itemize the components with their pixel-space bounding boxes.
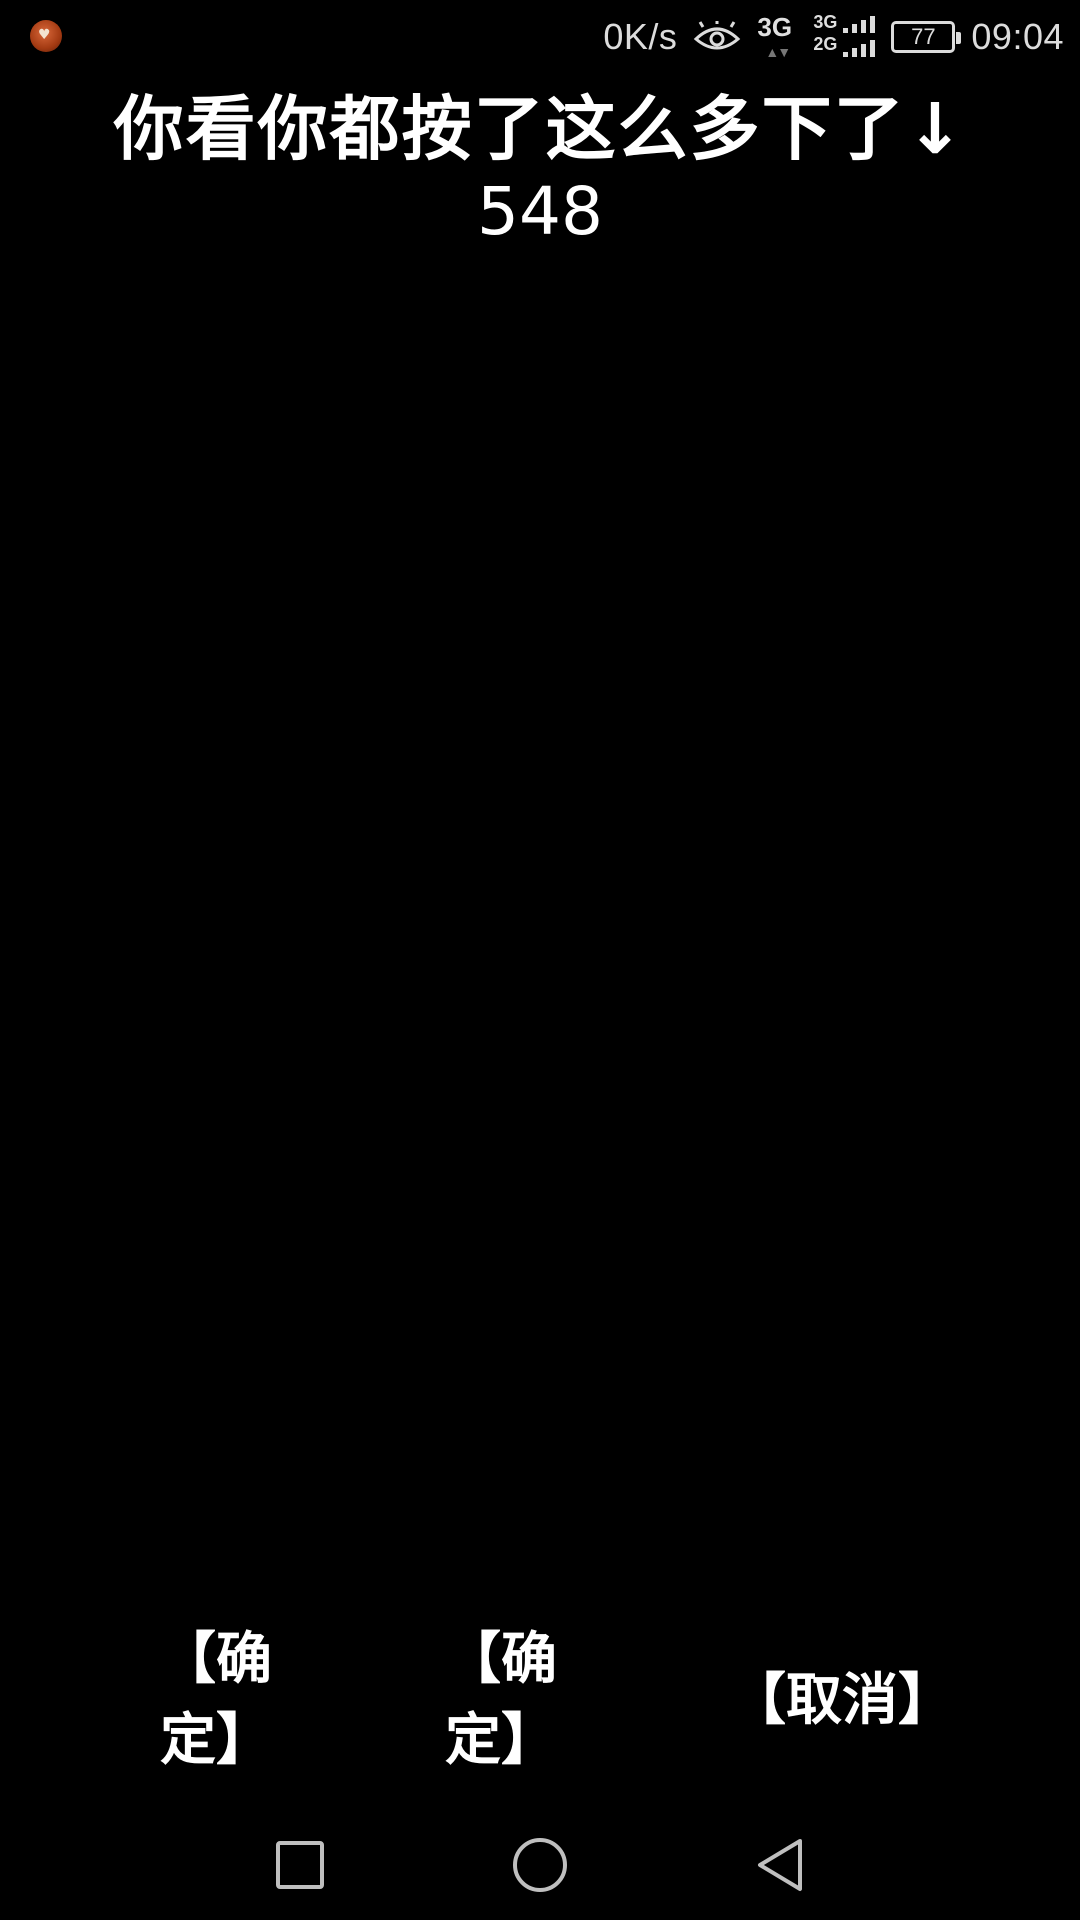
confirm-button-1[interactable]: 【确定】	[160, 1627, 350, 1773]
net-speed: 0K/s	[603, 16, 678, 57]
press-counter: 548	[477, 173, 603, 250]
navigation-bar	[0, 1800, 1080, 1920]
cancel-button[interactable]: 【取消】	[730, 1650, 954, 1740]
eye-icon	[693, 21, 741, 53]
battery-level: 77	[911, 24, 936, 49]
back-icon	[758, 1839, 802, 1891]
home-icon	[513, 1838, 567, 1892]
recent-apps-icon	[276, 1841, 324, 1889]
net-type: 3G	[757, 12, 793, 42]
signal-icon: 3G 2G	[813, 12, 876, 62]
clock: 09:04	[971, 16, 1064, 57]
battery-icon: 77	[891, 21, 962, 53]
confirm-button-2[interactable]: 【确定】	[445, 1627, 635, 1773]
sim1-network: 3G	[813, 12, 838, 32]
app-notification-icon: ♥	[30, 20, 62, 52]
sim2-network: 2G	[813, 34, 838, 54]
status-bar: ♥ 0K/s 3G ▲▼ 3G 2G 77 09:04	[0, 0, 1080, 72]
mobile-data-3g-icon: 3G ▲▼	[757, 12, 797, 62]
home-button[interactable]	[500, 1830, 580, 1900]
data-arrows-icon: ▲▼	[765, 44, 791, 60]
back-button[interactable]	[740, 1830, 820, 1900]
recent-apps-button[interactable]	[260, 1830, 340, 1900]
page-title: 你看你都按了这么多下了↓	[113, 88, 967, 170]
